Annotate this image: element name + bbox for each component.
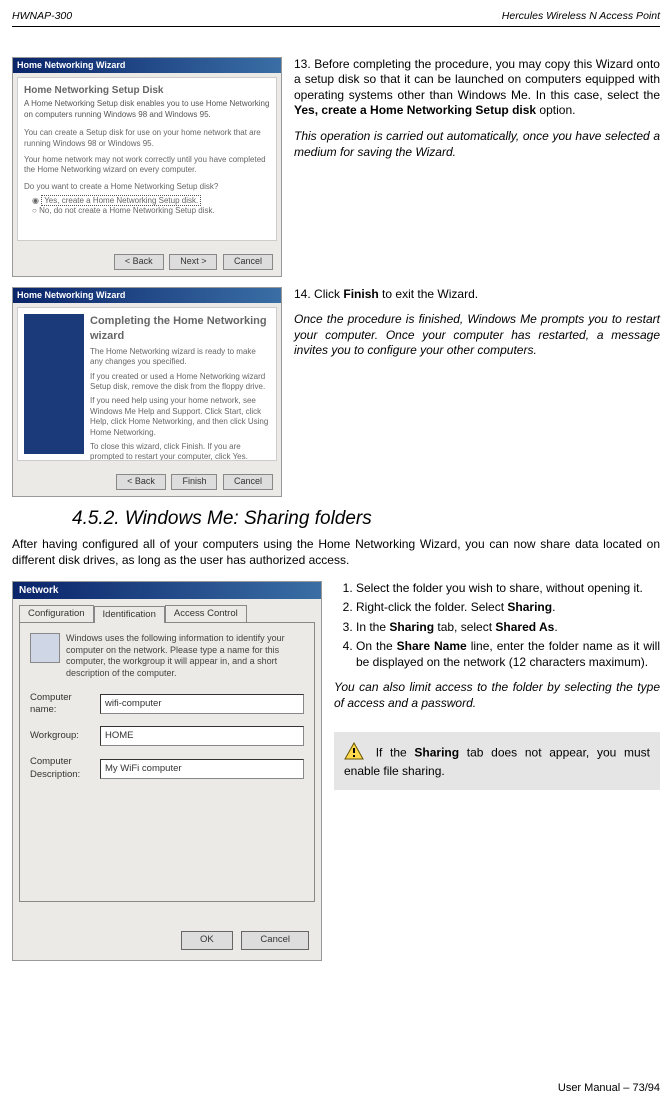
network-tabs: ConfigurationIdentificationAccess Contro… (19, 605, 315, 622)
cancel-button[interactable]: Cancel (223, 254, 273, 270)
network-title: Network (13, 582, 321, 599)
tab-identification[interactable]: Identification (94, 606, 165, 623)
section-sharing-folders: Network ConfigurationIdentificationAcces… (12, 581, 660, 961)
step-note: Once the procedure is finished, Windows … (294, 312, 660, 359)
wizard-titlebar: Home Networking Wizard (13, 288, 281, 304)
section-intro: After having configured all of your comp… (12, 537, 660, 568)
wizard-heading: Completing the Home Networking wizard (90, 314, 270, 343)
network-buttons: OK Cancel (175, 931, 309, 949)
step-text-1: Click (314, 287, 343, 301)
warn-bold: Sharing (414, 745, 459, 759)
header-right: Hercules Wireless N Access Point (502, 10, 660, 24)
radio-icon: ◉ (32, 196, 41, 205)
field-computer-name: Computer name: wifi-computer (30, 692, 304, 717)
warning-box: If the Sharing tab does not appear, you … (334, 732, 660, 790)
back-button[interactable]: < Back (114, 254, 164, 270)
network-description: Windows uses the following information t… (66, 633, 304, 680)
step-text-2: to exit the Wizard. (379, 287, 478, 301)
wizard-buttons: < Back Next > Cancel (111, 254, 273, 270)
input-computer-name[interactable]: wifi-computer (100, 694, 304, 714)
network-panel: Windows uses the following information t… (19, 622, 315, 902)
tab-configuration[interactable]: Configuration (19, 605, 94, 622)
wizard-sub: A Home Networking Setup disk enables you… (24, 99, 270, 120)
step-1: Select the folder you wish to share, wit… (356, 581, 660, 597)
radio-icon: ○ (32, 206, 39, 215)
header-left: HWNAP-300 (12, 10, 72, 24)
section-heading: 4.5.2. Windows Me: Sharing folders (72, 507, 660, 532)
step-2: Right-click the folder. Select Sharing. (356, 600, 660, 616)
label-workgroup: Workgroup: (30, 730, 100, 742)
field-workgroup: Workgroup: HOME (30, 726, 304, 746)
instruction-text-13: 13. Before completing the procedure, you… (294, 57, 660, 277)
step-text-end: option. (536, 103, 575, 117)
wizard-option-1: Yes, create a Home Networking Setup disk… (41, 195, 201, 206)
label-computer-name: Computer name: (30, 692, 100, 717)
step-4: On the Share Name line, enter the folder… (356, 639, 660, 670)
wizard-body: Completing the Home Networking wizard Th… (17, 307, 277, 461)
wizard-sidebar-graphic (24, 314, 84, 454)
cancel-button[interactable]: Cancel (241, 931, 309, 949)
tab-access-control[interactable]: Access Control (165, 605, 247, 622)
instruction-text-14: 14. Click Finish to exit the Wizard. Onc… (294, 287, 660, 497)
network-dialog-screenshot: Network ConfigurationIdentificationAcces… (12, 581, 322, 961)
wizard-text-2: If you created or used a Home Networking… (90, 372, 270, 393)
wizard-screenshot-setup-disk: Home Networking Wizard Home Networking S… (12, 57, 282, 277)
step-3: In the Sharing tab, select Shared As. (356, 620, 660, 636)
ok-button[interactable]: OK (181, 931, 233, 949)
wizard-titlebar: Home Networking Wizard (13, 58, 281, 74)
section-step-13: Home Networking Wizard Home Networking S… (12, 57, 660, 277)
back-button[interactable]: < Back (116, 474, 166, 490)
wizard-text-3: If you need help using your home network… (90, 396, 270, 438)
step-bold: Yes, create a Home Networking Setup disk (294, 103, 536, 117)
wizard-screenshot-finish: Home Networking Wizard Completing the Ho… (12, 287, 282, 497)
step-note: This operation is carried out automatica… (294, 129, 660, 160)
section-step-14: Home Networking Wizard Completing the Ho… (12, 287, 660, 497)
step-text: Before completing the procedure, you may… (294, 57, 660, 102)
wizard-option-2: No, do not create a Home Networking Setu… (39, 206, 215, 215)
warn-text-1: If the (368, 745, 414, 759)
wizard-text-2: Your home network may not work correctly… (24, 155, 270, 176)
step-number: 13. (294, 57, 311, 71)
computer-icon (30, 633, 60, 663)
wizard-question: Do you want to create a Home Networking … (24, 182, 270, 192)
wizard-text-1: The Home Networking wizard is ready to m… (90, 347, 270, 368)
wizard-buttons: < Back Finish Cancel (113, 474, 273, 490)
finish-button[interactable]: Finish (171, 474, 217, 490)
page-footer: User Manual – 73/94 (12, 1081, 660, 1095)
field-description: Computer Description: My WiFi computer (30, 756, 304, 781)
input-workgroup[interactable]: HOME (100, 726, 304, 746)
instruction-steps: Select the folder you wish to share, wit… (334, 581, 660, 790)
page-header: HWNAP-300 Hercules Wireless N Access Poi… (12, 10, 660, 27)
cancel-button[interactable]: Cancel (223, 474, 273, 490)
label-description: Computer Description: (30, 756, 100, 781)
input-description[interactable]: My WiFi computer (100, 759, 304, 779)
wizard-body: Home Networking Setup Disk A Home Networ… (17, 77, 277, 241)
wizard-text-4: To close this wizard, click Finish. If y… (90, 442, 270, 461)
warning-icon (344, 742, 364, 765)
step-number: 14. (294, 287, 311, 301)
wizard-heading: Home Networking Setup Disk (24, 84, 270, 97)
next-button[interactable]: Next > (169, 254, 217, 270)
step-bold: Finish (343, 287, 378, 301)
steps-note: You can also limit access to the folder … (334, 680, 660, 711)
wizard-text-1: You can create a Setup disk for use on y… (24, 128, 270, 149)
